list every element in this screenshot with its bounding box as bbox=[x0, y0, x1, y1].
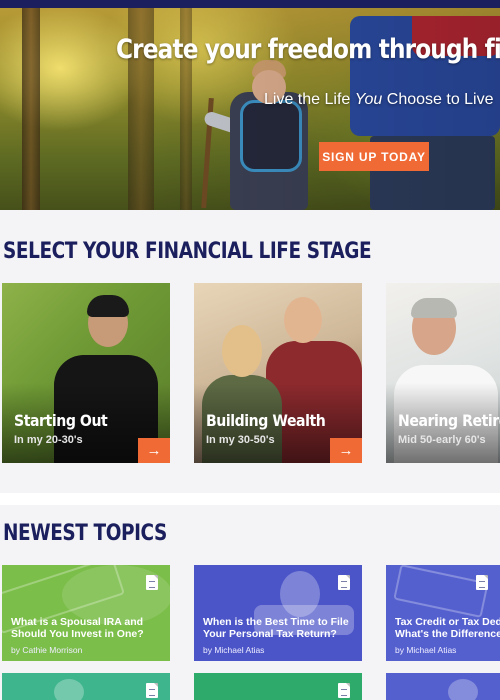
document-icon bbox=[146, 683, 158, 698]
newest-topics-heading: NEWEST TOPICS bbox=[3, 521, 167, 546]
arrow-right-icon[interactable]: → bbox=[138, 438, 170, 463]
card-photo-person-hair bbox=[87, 295, 129, 317]
topic-card-next-3[interactable] bbox=[386, 673, 500, 700]
hero-subtitle-emphasis: You bbox=[354, 91, 383, 108]
topic-title: When is the Best Time to File Your Perso… bbox=[203, 616, 349, 640]
topic-card-spousal-ira[interactable]: What is a Spousal IRA and Should You Inv… bbox=[2, 565, 170, 661]
life-stage-card-nearing-retirement[interactable]: Nearing Retirement Mid 50-early 60's bbox=[386, 283, 500, 463]
life-stage-heading: SELECT YOUR FINANCIAL LIFE STAGE bbox=[3, 239, 372, 264]
card-photo-person-hair bbox=[411, 298, 457, 318]
card-photo-person-head bbox=[222, 325, 262, 377]
arrow-right-icon[interactable]: → bbox=[330, 438, 362, 463]
card-title: Building Wealth bbox=[206, 411, 326, 430]
sign-up-button[interactable]: SIGN UP TODAY bbox=[319, 142, 429, 171]
card-subtitle: In my 30-50's bbox=[206, 434, 275, 446]
topic-author: by Michael Atias bbox=[203, 645, 265, 655]
section-divider-band bbox=[0, 493, 500, 505]
card-subtitle: Mid 50-early 60's bbox=[398, 434, 486, 446]
card-photo-decoration bbox=[54, 679, 84, 700]
card-title: Starting Out bbox=[14, 411, 108, 430]
topic-card-next-2[interactable] bbox=[194, 673, 362, 700]
hero-title: Create your freedom through financial bbox=[116, 34, 500, 65]
topic-title: Tax Credit or Tax Deduction: What's the … bbox=[395, 616, 500, 640]
hero-banner: Create your freedom through financial Li… bbox=[0, 8, 500, 210]
topic-author: by Cathie Morrison bbox=[11, 645, 83, 655]
life-stage-card-building-wealth[interactable]: Building Wealth In my 30-50's → bbox=[194, 283, 362, 463]
topic-card-next-1[interactable] bbox=[2, 673, 170, 700]
top-navigation-bar bbox=[0, 0, 500, 8]
life-stage-card-starting-out[interactable]: Starting Out In my 20-30's → bbox=[2, 283, 170, 463]
card-title: Nearing Retirement bbox=[398, 411, 500, 430]
card-photo-decoration bbox=[448, 679, 478, 700]
topic-card-tax-return[interactable]: When is the Best Time to File Your Perso… bbox=[194, 565, 362, 661]
document-icon bbox=[338, 683, 350, 698]
card-photo-decoration bbox=[393, 565, 489, 618]
topic-card-tax-credit[interactable]: Tax Credit or Tax Deduction: What's the … bbox=[386, 565, 500, 661]
hero-subtitle-after: Choose to Live bbox=[382, 91, 494, 108]
hero-subtitle: Live the Life You Choose to Live bbox=[264, 91, 494, 109]
card-subtitle: In my 20-30's bbox=[14, 434, 83, 446]
document-icon bbox=[338, 575, 350, 590]
document-icon bbox=[146, 575, 158, 590]
document-icon bbox=[476, 575, 488, 590]
topic-title: What is a Spousal IRA and Should You Inv… bbox=[11, 616, 144, 640]
hero-subtitle-before: Live the Life bbox=[264, 91, 355, 108]
card-photo-person-head bbox=[284, 297, 322, 343]
topic-author: by Michael Atias bbox=[395, 645, 457, 655]
